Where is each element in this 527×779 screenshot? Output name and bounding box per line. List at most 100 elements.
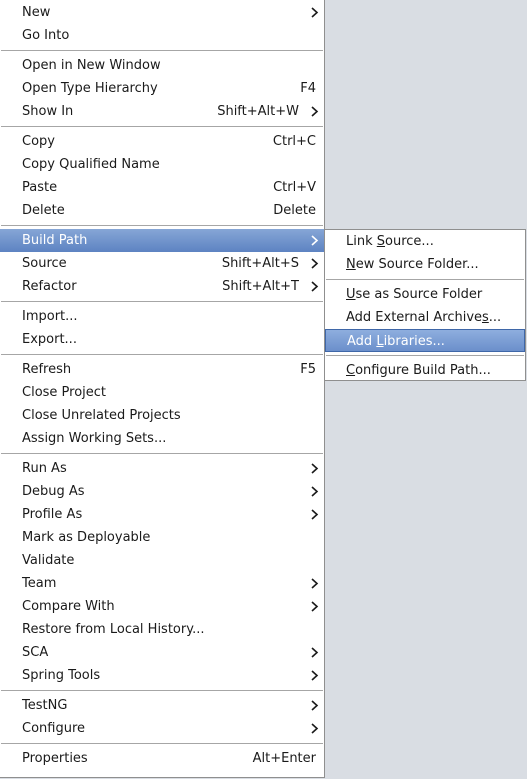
menu-separator xyxy=(1,354,323,355)
menu-item-compare-with[interactable]: Compare With xyxy=(0,595,324,618)
menu-item-label: Compare With xyxy=(22,599,115,614)
menu-item-close-unrelated-projects[interactable]: Close Unrelated Projects xyxy=(0,404,324,427)
submenu-item-label: Add Libraries... xyxy=(347,334,445,349)
menu-item-label: Go Into xyxy=(22,28,70,43)
menu-item-label: Build Path xyxy=(22,233,88,248)
menu-item-label: Export... xyxy=(22,332,77,347)
submenu-arrow-icon xyxy=(309,104,319,119)
menu-item-profile-as[interactable]: Profile As xyxy=(0,503,324,526)
menu-item-spring-tools[interactable]: Spring Tools xyxy=(0,664,324,687)
menu-item-label: Profile As xyxy=(22,507,83,522)
menu-item-new[interactable]: New xyxy=(0,1,324,24)
submenu-arrow-icon xyxy=(309,698,319,713)
menu-item-label: Show In xyxy=(22,104,74,119)
menu-item-label: Close Project xyxy=(22,385,107,400)
menu-separator xyxy=(1,225,323,226)
menu-item-shortcut: Alt+Enter xyxy=(252,751,316,766)
menu-item-label: Open Type Hierarchy xyxy=(22,81,158,96)
submenu-arrow-icon xyxy=(309,484,319,499)
menu-item-paste[interactable]: Paste Ctrl+V xyxy=(0,176,324,199)
menu-item-label: Mark as Deployable xyxy=(22,530,151,545)
submenu-item-add-external-archives[interactable]: Add External Archives... xyxy=(325,306,525,329)
submenu-arrow-icon xyxy=(309,5,319,20)
submenu-separator xyxy=(326,355,524,356)
menu-item-debug-as[interactable]: Debug As xyxy=(0,480,324,503)
menu-item-import[interactable]: Import... xyxy=(0,305,324,328)
menu-item-export[interactable]: Export... xyxy=(0,328,324,351)
menu-separator xyxy=(1,50,323,51)
menu-item-source[interactable]: Source Shift+Alt+S xyxy=(0,252,324,275)
menu-item-mark-as-deployable[interactable]: Mark as Deployable xyxy=(0,526,324,549)
menu-item-testng[interactable]: TestNG xyxy=(0,694,324,717)
menu-item-restore-from-local-history[interactable]: Restore from Local History... xyxy=(0,618,324,641)
menu-item-label: Close Unrelated Projects xyxy=(22,408,181,423)
menu-item-delete[interactable]: Delete Delete xyxy=(0,199,324,222)
menu-separator xyxy=(1,301,323,302)
menu-item-sca[interactable]: SCA xyxy=(0,641,324,664)
submenu-item-label: Add External Archives... xyxy=(346,310,502,325)
submenu-arrow-icon xyxy=(309,256,319,271)
menu-item-copy[interactable]: Copy Ctrl+C xyxy=(0,130,324,153)
menu-item-label: Validate xyxy=(22,553,75,568)
menu-item-shortcut: F5 xyxy=(300,362,316,377)
submenu-item-label: Use as Source Folder xyxy=(346,287,483,302)
menu-item-label: Configure xyxy=(22,721,86,736)
submenu-item-use-as-source-folder[interactable]: Use as Source Folder xyxy=(325,283,525,306)
menu-item-run-as[interactable]: Run As xyxy=(0,457,324,480)
submenu-arrow-icon xyxy=(309,721,319,736)
submenu-arrow-icon xyxy=(309,645,319,660)
submenu-item-label: New Source Folder... xyxy=(346,257,479,272)
menu-item-shortcut: Shift+Alt+T xyxy=(222,279,299,294)
menu-item-label: TestNG xyxy=(22,698,68,713)
menu-item-validate[interactable]: Validate xyxy=(0,549,324,572)
menu-item-label: Refresh xyxy=(22,362,72,377)
menu-item-assign-working-sets[interactable]: Assign Working Sets... xyxy=(0,427,324,450)
menu-separator xyxy=(1,743,323,744)
menu-item-properties[interactable]: Properties Alt+Enter xyxy=(0,747,324,770)
menu-item-show-in[interactable]: Show In Shift+Alt+W xyxy=(0,100,324,123)
submenu-item-label: Configure Build Path... xyxy=(346,363,491,378)
menu-item-copy-qualified-name[interactable]: Copy Qualified Name xyxy=(0,153,324,176)
menu-item-shortcut: Shift+Alt+W xyxy=(217,104,299,119)
menu-item-shortcut: F4 xyxy=(300,81,316,96)
menu-item-label: Run As xyxy=(22,461,67,476)
menu-item-label: Team xyxy=(22,576,57,591)
menu-item-team[interactable]: Team xyxy=(0,572,324,595)
menu-separator xyxy=(1,453,323,454)
menu-item-refactor[interactable]: Refactor Shift+Alt+T xyxy=(0,275,324,298)
menu-item-open-type-hierarchy[interactable]: Open Type Hierarchy F4 xyxy=(0,77,324,100)
submenu-item-configure-build-path[interactable]: Configure Build Path... xyxy=(325,359,525,382)
menu-item-go-into[interactable]: Go Into xyxy=(0,24,324,47)
menu-item-shortcut: Ctrl+V xyxy=(273,180,316,195)
submenu-item-label: Link Source... xyxy=(346,234,434,249)
menu-item-shortcut: Shift+Alt+S xyxy=(221,256,299,271)
submenu-arrow-icon xyxy=(309,233,319,248)
menu-item-label: SCA xyxy=(22,645,49,660)
submenu-separator xyxy=(326,279,524,280)
submenu-item-new-source-folder[interactable]: New Source Folder... xyxy=(325,253,525,276)
submenu-arrow-icon xyxy=(309,279,319,294)
menu-item-label: Open in New Window xyxy=(22,58,161,73)
menu-separator xyxy=(1,126,323,127)
project-context-menu: New Go Into Open in New Window Open Type Hi… xyxy=(0,0,325,778)
menu-item-label: Delete xyxy=(22,203,65,218)
menu-item-label: Properties xyxy=(22,751,88,766)
build-path-submenu: Link Source... New Source Folder... Use as… xyxy=(324,229,526,381)
menu-item-shortcut: Delete xyxy=(273,203,316,218)
submenu-arrow-icon xyxy=(309,576,319,591)
submenu-arrow-icon xyxy=(309,507,319,522)
submenu-item-link-source[interactable]: Link Source... xyxy=(325,230,525,253)
menu-item-open-in-new-window[interactable]: Open in New Window xyxy=(0,54,324,77)
menu-item-label: Debug As xyxy=(22,484,85,499)
menu-item-configure[interactable]: Configure xyxy=(0,717,324,740)
submenu-item-add-libraries[interactable]: Add Libraries... xyxy=(325,329,525,352)
context-menu-stage: New Go Into Open in New Window Open Type Hi… xyxy=(0,0,527,779)
menu-item-build-path[interactable]: Build Path xyxy=(0,229,324,252)
menu-item-close-project[interactable]: Close Project xyxy=(0,381,324,404)
menu-item-label: Copy xyxy=(22,134,55,149)
menu-item-label: Refactor xyxy=(22,279,77,294)
menu-item-refresh[interactable]: Refresh F5 xyxy=(0,358,324,381)
submenu-arrow-icon xyxy=(309,599,319,614)
menu-item-label: Restore from Local History... xyxy=(22,622,205,637)
menu-item-label: Spring Tools xyxy=(22,668,101,683)
